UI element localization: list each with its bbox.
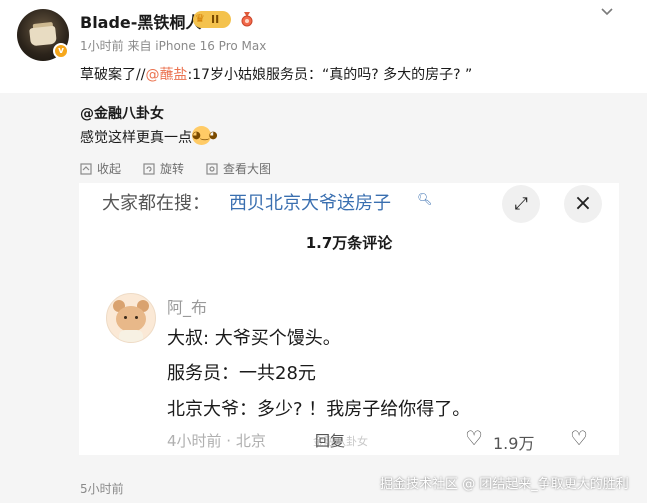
heart-icon: ♡ xyxy=(465,426,483,450)
view-full-label: 查看大图 xyxy=(223,162,272,176)
collapse-button[interactable]: 收起 xyxy=(80,160,121,177)
reply-label: 回复 xyxy=(315,432,346,450)
rotate-icon xyxy=(143,162,155,175)
site-watermark: 掘金技术社区 @ 团结起来_争取更大的胜利 xyxy=(380,477,629,492)
image-toolbar: 收起 旋转 查看大图 xyxy=(80,160,271,177)
repost-author-link[interactable]: @金融八卦女 xyxy=(80,103,164,123)
comment-meta: 4小时前 · 北京 xyxy=(167,432,266,450)
mention-link[interactable]: @蘸盐 xyxy=(145,67,187,83)
repost-text: 感觉这样更真一点 xyxy=(80,130,192,146)
vip-level: II xyxy=(211,13,220,26)
view-full-button[interactable]: 查看大图 xyxy=(206,160,271,177)
search-term: 西贝北京大爷送房子 xyxy=(229,193,391,214)
comment-count: 1.7万条评论 xyxy=(305,234,393,252)
collapse-label: 收起 xyxy=(97,162,122,176)
view-full-icon xyxy=(206,162,218,175)
repost-time: 5小时前 xyxy=(80,482,124,496)
collapse-icon xyxy=(80,162,92,175)
chevron-down-icon[interactable] xyxy=(599,4,615,20)
expand-icon: ⤢ xyxy=(502,185,540,223)
repost-image[interactable]: 大家都在搜： 西贝北京大爷送房子 🔍︎ ⤢ × 1.7万条评论 阿_布 大叔: … xyxy=(79,183,619,455)
verified-badge-icon: v xyxy=(53,43,69,59)
vip-badge[interactable]: ♛ II xyxy=(193,11,231,28)
post-text: 草破案了//@蘸盐:17岁小姑娘服务员：“真的吗? 多大的房子? ” xyxy=(80,64,472,84)
commenter-name: 阿_布 xyxy=(167,298,208,317)
search-prefix: 大家都在搜： xyxy=(102,193,210,214)
like-count: 1.9万 xyxy=(493,434,535,453)
medal-icon[interactable] xyxy=(239,11,255,27)
username[interactable]: Blade-黑铁桐人 xyxy=(80,9,201,33)
commenter-avatar xyxy=(106,293,156,343)
search-icon: 🔍︎ xyxy=(417,192,433,206)
comment-line: 服务员：一共28元 xyxy=(167,363,316,384)
rotate-label: 旋转 xyxy=(160,162,185,176)
broken-heart-icon: ♡ xyxy=(570,426,588,450)
post-meta: 1小时前 来自 iPhone 16 Pro Max xyxy=(80,39,267,53)
comment-line: 北京大爷：多少? ！我房子给你得了。 xyxy=(167,399,471,420)
crown-icon: ♛ xyxy=(195,12,205,25)
close-icon: × xyxy=(564,185,602,223)
cat-emoji-icon: ◕‿◕ xyxy=(192,126,218,145)
post-text-suffix: :17岁小姑娘服务员：“真的吗? 多大的房子? ” xyxy=(187,67,473,83)
comment-line: 大叔: 大爷买个馒头。 xyxy=(167,328,341,349)
post-text-prefix: 草破案了// xyxy=(80,67,146,83)
rotate-button[interactable]: 旋转 xyxy=(143,160,184,177)
